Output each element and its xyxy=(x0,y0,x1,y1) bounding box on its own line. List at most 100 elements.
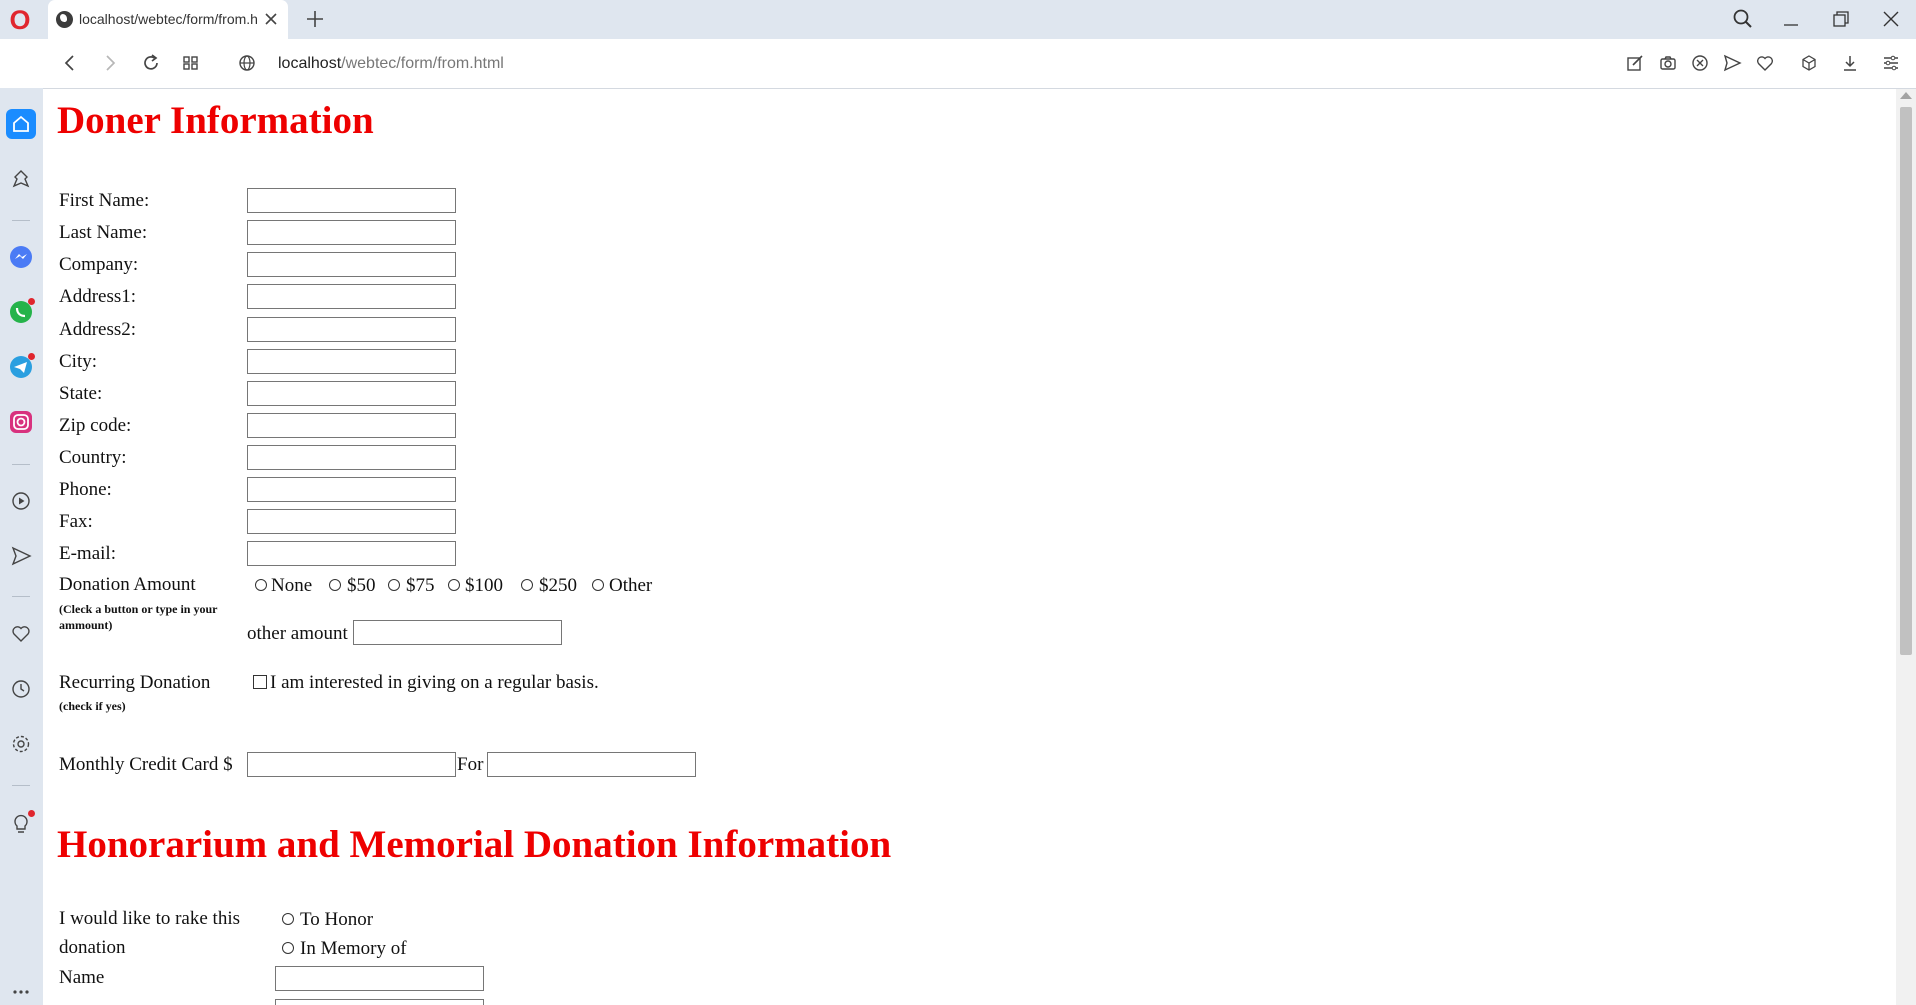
donor-heading: Doner Information xyxy=(57,99,374,142)
city-input[interactable] xyxy=(247,349,456,374)
country-label: Country: xyxy=(59,447,127,468)
amount-option-75: $75 xyxy=(406,575,435,596)
reload-button[interactable] xyxy=(138,50,164,76)
monthly-amount-input[interactable] xyxy=(247,752,456,777)
close-tab-icon[interactable] xyxy=(262,10,280,28)
last-name-label: Last Name: xyxy=(59,222,148,243)
state-input[interactable] xyxy=(247,381,456,406)
honorarium-prompt-line1: I would like to rake this xyxy=(59,908,240,929)
address2-input[interactable] xyxy=(247,317,456,342)
forward-button[interactable] xyxy=(97,50,123,76)
easy-setup-icon[interactable] xyxy=(1878,50,1904,76)
address1-input[interactable] xyxy=(247,284,456,309)
email-input[interactable] xyxy=(247,541,456,566)
new-tab-button[interactable] xyxy=(302,6,328,32)
page-scrollbar[interactable] xyxy=(1896,89,1916,1005)
telegram-icon[interactable] xyxy=(6,352,36,382)
donation-amount-hint: (Cleck a button or type in your ammount) xyxy=(59,602,218,632)
email-label: E-mail: xyxy=(59,543,116,564)
edit-icon[interactable] xyxy=(1622,50,1648,76)
player-icon[interactable] xyxy=(6,486,36,516)
amount-option-50: $50 xyxy=(347,575,376,596)
address2-label: Address2: xyxy=(59,319,137,340)
instagram-icon[interactable] xyxy=(6,407,36,437)
state-label: State: xyxy=(59,383,103,404)
pinboards-icon[interactable] xyxy=(6,164,36,194)
adblock-icon[interactable] xyxy=(1687,50,1713,76)
url-path: /webtec/form/from.html xyxy=(341,55,504,72)
more-icon[interactable] xyxy=(6,980,36,1000)
messenger-icon[interactable] xyxy=(6,242,36,272)
amount-radio-250[interactable] xyxy=(521,579,533,591)
recurring-hint: (check if yes) xyxy=(59,699,126,713)
amount-option-100: $100 xyxy=(465,575,503,596)
recurring-checkbox[interactable] xyxy=(253,675,267,689)
url-field[interactable]: localhost/webtec/form/from.html xyxy=(278,53,504,75)
heart-icon[interactable] xyxy=(1752,50,1778,76)
country-input[interactable] xyxy=(247,445,456,470)
in-memory-label: In Memory of xyxy=(300,938,407,959)
amount-radio-none[interactable] xyxy=(255,579,267,591)
settings-gear-icon[interactable] xyxy=(6,729,36,759)
bookmarks-heart-icon[interactable] xyxy=(6,619,36,649)
zip-code-label: Zip code: xyxy=(59,415,132,436)
address1-label: Address1: xyxy=(59,286,137,307)
first-name-input[interactable] xyxy=(247,188,456,213)
last-name-input[interactable] xyxy=(247,220,456,245)
city-label: City: xyxy=(59,351,98,372)
monthly-for-label: For xyxy=(457,754,484,775)
whatsapp-icon[interactable] xyxy=(6,297,36,327)
company-input[interactable] xyxy=(247,252,456,277)
honorarium-heading: Honorarium and Memorial Donation Informa… xyxy=(57,823,892,866)
monthly-credit-card-label: Monthly Credit Card $ xyxy=(59,754,233,775)
zip-code-input[interactable] xyxy=(247,413,456,438)
downloads-icon[interactable] xyxy=(1837,50,1863,76)
restore-button[interactable] xyxy=(1826,4,1856,34)
other-amount-input[interactable] xyxy=(353,620,562,645)
site-info-globe-icon[interactable] xyxy=(234,50,260,76)
to-honor-label: To Honor xyxy=(300,909,374,930)
snapshot-camera-icon[interactable] xyxy=(1655,50,1681,76)
amount-radio-100[interactable] xyxy=(448,579,460,591)
home-icon[interactable] xyxy=(6,109,36,139)
amount-radio-75[interactable] xyxy=(388,579,400,591)
recurring-checkbox-label: I am interested in giving on a regular b… xyxy=(270,672,599,693)
recurring-donation-label: Recurring Donation xyxy=(59,672,211,693)
in-memory-radio[interactable] xyxy=(282,942,294,954)
amount-option-250: $250 xyxy=(539,575,577,596)
donation-amount-label: Donation Amount xyxy=(59,574,196,595)
close-window-button[interactable] xyxy=(1876,4,1906,34)
amount-option-none: None xyxy=(271,575,313,596)
amount-option-other: Other xyxy=(609,575,653,596)
scroll-up-arrow-icon[interactable] xyxy=(1900,92,1912,99)
honoree-name-label: Name xyxy=(59,967,105,988)
phone-input[interactable] xyxy=(247,477,456,502)
monthly-for-input[interactable] xyxy=(487,752,696,777)
opera-menu-button[interactable]: O xyxy=(8,7,32,34)
send-flow-icon[interactable] xyxy=(6,541,36,571)
search-tabs-icon[interactable] xyxy=(1728,4,1758,34)
back-button[interactable] xyxy=(57,50,83,76)
next-input-partial[interactable] xyxy=(275,999,484,1005)
scrollbar-thumb[interactable] xyxy=(1900,107,1912,655)
sidebar xyxy=(0,88,43,1005)
company-label: Company: xyxy=(59,254,139,275)
fax-input[interactable] xyxy=(247,509,456,534)
history-clock-icon[interactable] xyxy=(6,674,36,704)
tab-bar: O localhost/webtec/form/from.html xyxy=(0,0,1916,39)
browser-tab[interactable]: localhost/webtec/form/from.html xyxy=(48,0,288,39)
tab-overview-icon[interactable] xyxy=(178,50,204,76)
minimize-button[interactable] xyxy=(1776,4,1806,34)
to-honor-radio[interactable] xyxy=(282,913,294,925)
send-icon[interactable] xyxy=(1719,50,1745,76)
globe-icon xyxy=(56,11,73,28)
address-bar: localhost/webtec/form/from.html xyxy=(0,39,1916,89)
url-host: localhost xyxy=(278,55,342,72)
amount-radio-50[interactable] xyxy=(329,579,341,591)
amount-radio-other[interactable] xyxy=(592,579,604,591)
fax-label: Fax: xyxy=(59,511,93,532)
tips-lightbulb-icon[interactable] xyxy=(6,808,36,838)
extensions-cube-icon[interactable] xyxy=(1796,50,1822,76)
honoree-name-input[interactable] xyxy=(275,966,484,991)
honorarium-prompt-line2: donation xyxy=(59,937,126,958)
